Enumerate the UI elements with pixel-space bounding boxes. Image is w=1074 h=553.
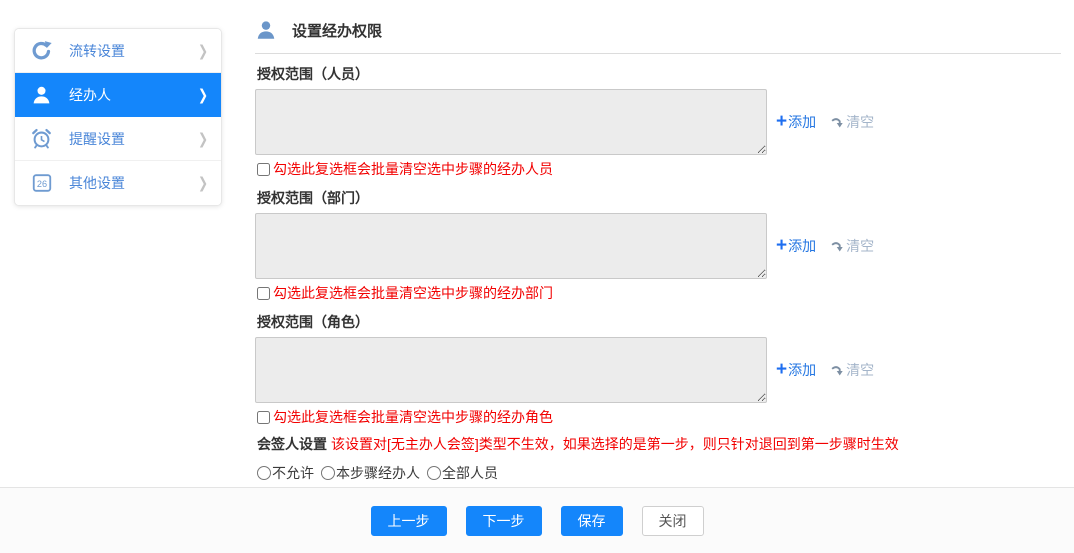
sidebar-item-label: 提醒设置 — [69, 129, 125, 149]
save-button[interactable]: 保存 — [561, 506, 623, 536]
auth-scope-roles-section: 授权范围（角色） +添加 清空 勾选此复选框会批量清空选中步骤的经办角色 — [255, 313, 1061, 426]
clear-roles-link[interactable]: 清空 — [831, 360, 874, 380]
user-icon — [255, 18, 277, 42]
bulk-clear-departments-row: 勾选此复选框会批量清空选中步骤的经办部门 — [257, 284, 1061, 302]
next-step-button[interactable]: 下一步 — [466, 506, 542, 536]
clear-arrow-icon — [831, 116, 844, 129]
auth-scope-persons-textarea[interactable] — [255, 89, 767, 155]
section-label: 授权范围（人员） — [257, 65, 1061, 83]
auth-scope-departments-section: 授权范围（部门） +添加 清空 勾选此复选框会批量清空选中步骤的经办部门 — [255, 189, 1061, 302]
main-panel: 设置经办权限 授权范围（人员） +添加 清空 勾选此复选框会批量清空选中步骤的经… — [255, 14, 1061, 483]
countersign-label: 会签人设置 — [257, 436, 327, 452]
radio-option-disallow[interactable]: 不允许 — [257, 463, 314, 483]
calendar-icon: 26 — [30, 172, 53, 195]
page-title: 设置经办权限 — [292, 20, 382, 41]
settings-sidebar: 流转设置 ❯ 经办人 ❯ 提醒设置 ❯ — [14, 28, 222, 206]
chevron-right-icon: ❯ — [198, 42, 208, 60]
bulk-clear-note: 勾选此复选框会批量清空选中步骤的经办部门 — [273, 285, 553, 302]
sidebar-item-label: 经办人 — [69, 85, 111, 105]
chevron-right-icon: ❯ — [198, 86, 208, 104]
radio-option-all-personnel[interactable]: 全部人员 — [427, 463, 498, 483]
clear-persons-link[interactable]: 清空 — [831, 112, 874, 132]
section-label: 授权范围（角色） — [257, 313, 1061, 331]
plus-icon: + — [776, 239, 787, 253]
alarm-clock-icon — [30, 127, 53, 150]
add-departments-link[interactable]: +添加 — [776, 236, 816, 256]
bulk-clear-roles-checkbox[interactable] — [257, 411, 270, 424]
panel-header: 设置经办权限 — [255, 14, 1061, 54]
clear-arrow-icon — [831, 364, 844, 377]
bulk-clear-departments-checkbox[interactable] — [257, 287, 270, 300]
auth-scope-persons-section: 授权范围（人员） +添加 清空 勾选此复选框会批量清空选中步骤的经办人员 — [255, 65, 1061, 178]
sidebar-item-reminder-settings[interactable]: 提醒设置 ❯ — [15, 117, 221, 161]
bulk-clear-persons-row: 勾选此复选框会批量清空选中步骤的经办人员 — [257, 160, 1061, 178]
countersign-settings-row: 会签人设置该设置对[无主办人会签]类型不生效，如果选择的是第一步，则只针对退回到… — [257, 435, 1061, 454]
previous-step-button[interactable]: 上一步 — [371, 506, 447, 536]
radio-disallow[interactable] — [257, 466, 271, 480]
plus-icon: + — [776, 115, 787, 129]
bulk-clear-roles-row: 勾选此复选框会批量清空选中步骤的经办角色 — [257, 408, 1061, 426]
auth-scope-roles-textarea[interactable] — [255, 337, 767, 403]
close-button[interactable]: 关闭 — [642, 506, 704, 536]
sidebar-item-handler[interactable]: 经办人 ❯ — [15, 73, 221, 117]
auth-scope-departments-textarea[interactable] — [255, 213, 767, 279]
user-icon — [30, 83, 53, 106]
sidebar-item-label: 其他设置 — [69, 173, 125, 193]
sidebar-item-label: 流转设置 — [69, 41, 125, 61]
sidebar-item-other-settings[interactable]: 26 其他设置 ❯ — [15, 161, 221, 205]
chevron-right-icon: ❯ — [198, 130, 208, 148]
add-persons-link[interactable]: +添加 — [776, 112, 816, 132]
sidebar-item-flow-settings[interactable]: 流转设置 ❯ — [15, 29, 221, 73]
refresh-icon — [30, 39, 53, 62]
plus-icon: + — [776, 363, 787, 377]
countersign-options: 不允许 本步骤经办人 全部人员 — [257, 463, 1061, 483]
calendar-day-number: 26 — [36, 179, 46, 189]
bulk-clear-note: 勾选此复选框会批量清空选中步骤的经办人员 — [273, 161, 553, 178]
bulk-clear-note: 勾选此复选框会批量清空选中步骤的经办角色 — [273, 409, 553, 426]
radio-all-personnel[interactable] — [427, 466, 441, 480]
countersign-note: 该设置对[无主办人会签]类型不生效，如果选择的是第一步，则只针对退回到第一步骤时… — [331, 436, 899, 452]
radio-current-step-handler[interactable] — [321, 466, 335, 480]
clear-arrow-icon — [831, 240, 844, 253]
section-label: 授权范围（部门） — [257, 189, 1061, 207]
chevron-right-icon: ❯ — [198, 174, 208, 192]
add-roles-link[interactable]: +添加 — [776, 360, 816, 380]
footer-action-bar: 上一步 下一步 保存 关闭 — [0, 487, 1074, 553]
radio-option-current-step-handler[interactable]: 本步骤经办人 — [321, 463, 420, 483]
bulk-clear-persons-checkbox[interactable] — [257, 163, 270, 176]
clear-departments-link[interactable]: 清空 — [831, 236, 874, 256]
